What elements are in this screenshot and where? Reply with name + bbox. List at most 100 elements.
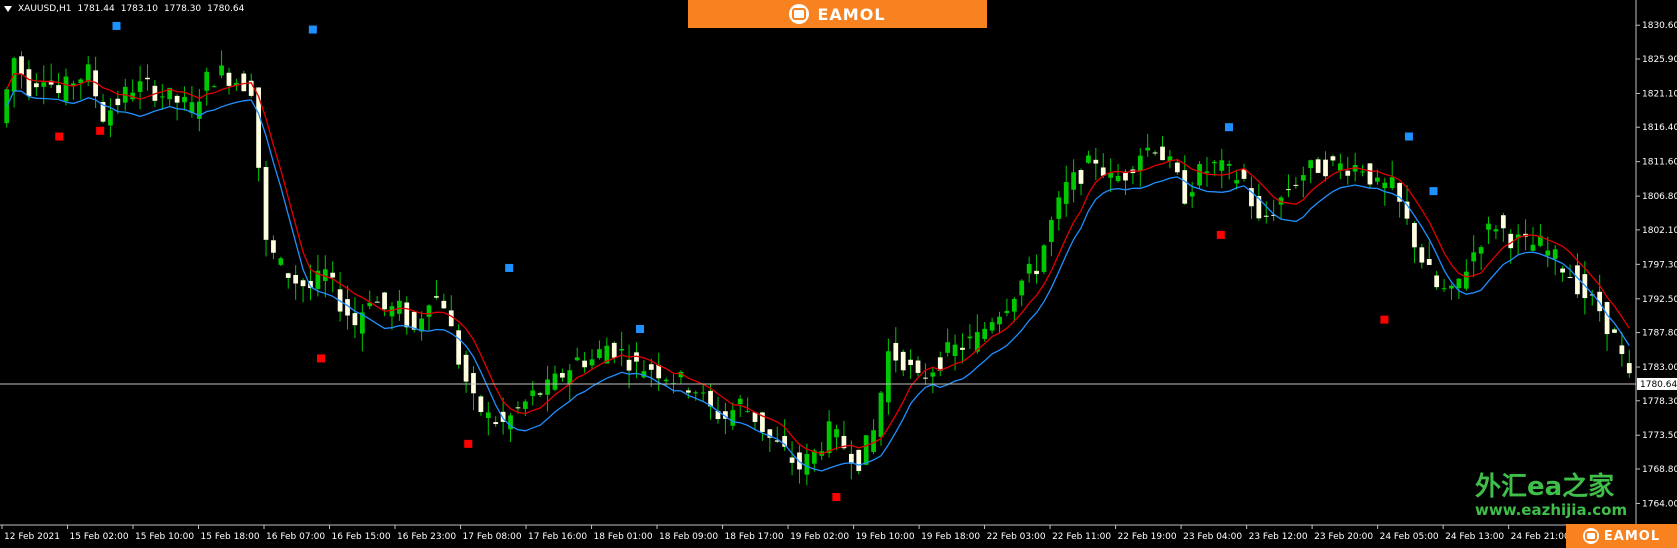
candle-body [537, 393, 543, 395]
candle-body [211, 86, 217, 88]
candle-body [204, 71, 210, 91]
candle-body [522, 401, 528, 409]
time-tick-label: 18 Feb 09:00 [659, 532, 718, 542]
candle-body [271, 240, 276, 253]
high-value: 1783.10 [120, 4, 158, 14]
candle-body [1174, 162, 1180, 173]
candle-body [1212, 161, 1217, 164]
candle-body [137, 81, 143, 92]
candle-body [63, 76, 69, 102]
candle-body [930, 372, 936, 377]
signal-down-marker [317, 354, 326, 363]
signal-down-marker [1216, 230, 1225, 239]
candle-body [789, 457, 795, 463]
brand-banner-bottom: EAMOL [1566, 524, 1677, 548]
candle-body [597, 349, 602, 358]
candle-body [552, 373, 558, 390]
candle-body [182, 96, 187, 103]
candle-body [285, 273, 291, 278]
candle-body [1063, 182, 1069, 204]
candle-body [382, 292, 387, 310]
candle-body [685, 390, 691, 393]
candle-body [441, 300, 447, 309]
price-chart: 1830.60 1825.90 1821.10 1816.40 1811.60 1806.… [0, 0, 1677, 548]
signal-up-marker [1429, 187, 1438, 196]
candle-body [1389, 177, 1395, 188]
candle-body [1019, 280, 1025, 296]
candle-body [1604, 302, 1610, 335]
candle-body [1034, 270, 1039, 275]
time-tick-label: 12 Feb 2021 [4, 532, 60, 542]
time-tick-label: 19 Feb 10:00 [856, 532, 915, 542]
time-tick-label: 22 Feb 03:00 [987, 532, 1046, 542]
channel-lines [0, 73, 1677, 472]
candle-body [26, 69, 32, 97]
time-tick-label: 15 Feb 18:00 [201, 532, 260, 542]
candle-body [967, 336, 973, 339]
candle-body [263, 167, 269, 240]
candle-body [945, 342, 951, 353]
candle-body [219, 65, 224, 76]
candle-body [33, 83, 39, 88]
brand-logo-icon [1582, 528, 1599, 544]
candle-body [1152, 152, 1158, 154]
candle-body [1004, 310, 1010, 314]
time-tick-label: 16 Feb 15:00 [332, 532, 391, 542]
candle-body [330, 272, 336, 278]
price-tick-label: 1802.10 [1642, 226, 1677, 236]
candle-body [1026, 263, 1032, 274]
candle-body [1471, 252, 1477, 262]
price-tick-label: 1773.50 [1642, 431, 1677, 441]
candle-body [886, 351, 891, 403]
price-tick-label: 1821.10 [1642, 89, 1677, 99]
candle-body [1552, 249, 1558, 259]
candle-body [1078, 170, 1084, 184]
time-tick-label: 24 Feb 21:00 [1511, 532, 1570, 542]
dropdown-triangle-icon[interactable] [4, 6, 12, 12]
price-tick-label: 1806.80 [1642, 192, 1677, 202]
candle-body [1530, 244, 1536, 251]
candle-body [530, 390, 536, 396]
candle-body [560, 373, 565, 378]
candle-body [108, 110, 113, 126]
signal-up-marker [308, 25, 317, 34]
candle-body [1189, 192, 1195, 197]
candle-body [693, 392, 699, 394]
candle-body [1360, 171, 1365, 173]
candle-body [278, 258, 284, 265]
candle-body [1626, 363, 1632, 374]
candle-body [374, 301, 380, 303]
signal-markers [55, 21, 1438, 501]
candle-body [19, 56, 24, 75]
candle-body [915, 360, 921, 373]
signal-up-marker [1225, 123, 1233, 132]
time-tick-label: 22 Feb 11:00 [1052, 532, 1111, 542]
candle-body [1137, 155, 1143, 171]
close-value: 1780.64 [207, 4, 245, 14]
time-tick-label: 23 Feb 20:00 [1314, 532, 1373, 542]
candle-body [937, 357, 943, 371]
candle-body [1093, 159, 1099, 164]
signal-down-marker [464, 439, 473, 448]
candle-body [478, 396, 484, 413]
candle-body [485, 412, 491, 418]
candle-body [174, 95, 180, 103]
candle-body [85, 64, 91, 82]
brand-logo-icon [789, 4, 810, 24]
candle-body [1086, 155, 1091, 163]
open-value: 1781.44 [77, 4, 115, 14]
candle-body [1367, 163, 1373, 185]
candle-body [426, 305, 432, 317]
candle-body [1449, 285, 1454, 289]
candle-body [1567, 277, 1573, 279]
candle-body [923, 377, 928, 379]
candle-body [1071, 172, 1076, 190]
candle-body [1345, 170, 1351, 176]
candle-body [1323, 159, 1328, 177]
candle-body [700, 392, 706, 394]
signal-up-marker [1404, 132, 1413, 141]
candle-body [1041, 245, 1047, 272]
candle-body [1337, 163, 1343, 171]
time-tick-label: 24 Feb 05:00 [1380, 532, 1439, 542]
candle-body [611, 342, 617, 358]
